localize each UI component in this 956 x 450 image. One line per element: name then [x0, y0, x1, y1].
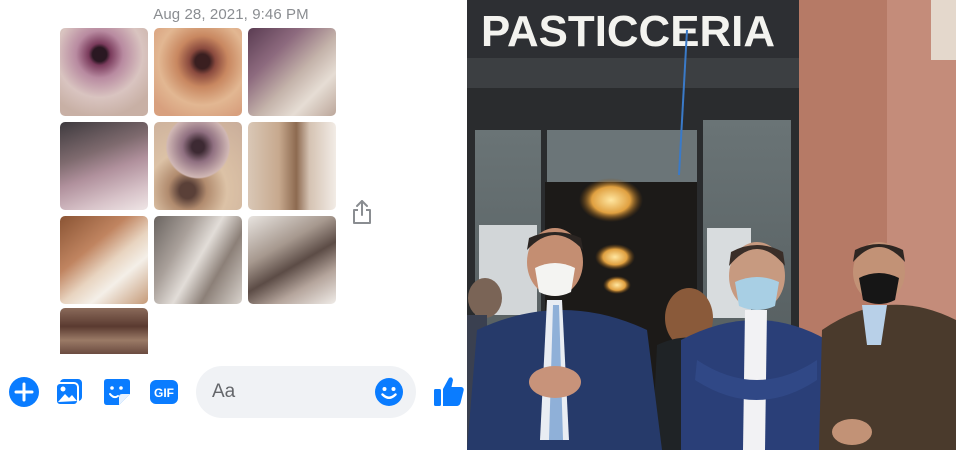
photo-thumbnail[interactable]: [154, 28, 242, 116]
message-input[interactable]: [212, 366, 362, 418]
gif-label: GIF: [154, 386, 174, 400]
plus-icon[interactable]: [8, 376, 40, 408]
photo-thumbnail[interactable]: [60, 28, 148, 116]
gallery-icon[interactable]: [53, 376, 85, 408]
storefront-sign: PASTICCERIA: [481, 7, 775, 56]
gif-icon[interactable]: GIF: [148, 376, 180, 408]
photo-thumbnail[interactable]: [248, 216, 336, 304]
photo-thumbnail[interactable]: [154, 216, 242, 304]
photo-thumbnail[interactable]: [60, 216, 148, 304]
photo-thumbnail[interactable]: [60, 122, 148, 210]
storefront-photo: PASTICCERIA: [467, 0, 956, 450]
smiley-icon[interactable]: [374, 377, 404, 407]
photo-thumbnail[interactable]: [154, 122, 242, 210]
photo-thumbnail[interactable]: [60, 308, 148, 354]
share-icon[interactable]: [350, 198, 374, 226]
thumbs-up-icon[interactable]: [432, 374, 466, 408]
sticker-icon[interactable]: [101, 376, 133, 408]
photo-thumbnail[interactable]: [248, 28, 336, 116]
photo-thumbnail[interactable]: [248, 122, 336, 210]
message-field[interactable]: [196, 366, 416, 418]
message-timestamp: Aug 28, 2021, 9:46 PM: [153, 6, 309, 23]
messenger-conversation-panel: Aug 28, 2021, 9:46 PM GIF Aa: [0, 0, 466, 450]
message-composer: GIF: [0, 360, 466, 424]
